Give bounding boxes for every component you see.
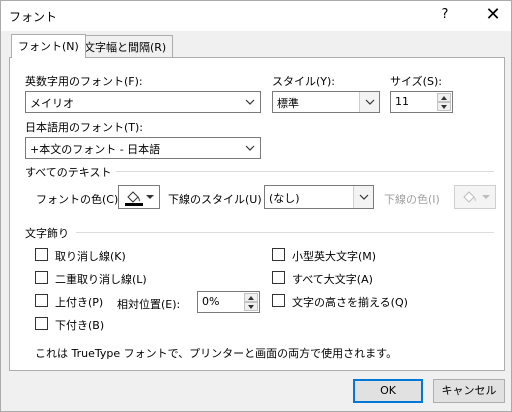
size-up-button[interactable] [437, 93, 451, 102]
divider [116, 171, 494, 172]
size-down-button[interactable] [437, 102, 451, 111]
truetype-note: これは TrueType フォントで、プリンターと画面の両方で使用されます。 [35, 347, 398, 360]
divider [76, 232, 494, 233]
superscript-checkbox[interactable] [35, 294, 48, 307]
latin-font-value: メイリオ [30, 97, 74, 110]
title-bar: フォント ? ✕ [1, 1, 511, 31]
cancel-button[interactable]: キャンセル [433, 379, 505, 403]
underline-color-button [454, 185, 496, 209]
strikethrough-checkbox[interactable] [35, 248, 48, 261]
style-select[interactable]: 標準 [272, 91, 380, 113]
style-value: 標準 [277, 97, 299, 110]
all-caps-checkbox[interactable] [272, 271, 285, 284]
size-stepper[interactable]: 11 [390, 91, 453, 113]
asian-font-select[interactable]: +本文のフォント - 日本語 [25, 137, 261, 159]
caret-down-icon [248, 304, 254, 309]
caret-down-icon [441, 104, 447, 109]
style-label: スタイル(Y): [272, 75, 336, 88]
tab-character-spacing[interactable]: 文字幅と間隔(R) [77, 35, 174, 57]
offset-stepper[interactable]: 0% [197, 291, 260, 313]
underline-style-value: (なし) [269, 192, 300, 205]
window-title: フォント [9, 10, 58, 24]
underline-style-select[interactable]: (なし) [264, 185, 374, 209]
caret-down-icon [482, 195, 490, 199]
caret-up-icon [441, 95, 447, 100]
chevron-down-icon [240, 92, 260, 112]
caret-up-icon [248, 295, 254, 300]
size-label: サイズ(S): [390, 75, 442, 88]
asian-font-value: +本文のフォント - 日本語 [30, 143, 161, 156]
chevron-down-icon [353, 186, 373, 208]
small-caps-checkbox[interactable] [272, 248, 285, 261]
offset-value: 0% [202, 295, 220, 308]
tab-font[interactable]: フォント(N) [11, 34, 86, 58]
offset-label: 相対位置(E): [117, 298, 181, 311]
double-strikethrough-checkbox[interactable] [35, 271, 48, 284]
font-dialog: フォント ? ✕ フォント(N) 文字幅と間隔(R) 英数字用のフォント(F):… [0, 0, 512, 412]
all-text-header: すべてのテキスト [25, 166, 112, 179]
offset-up-button[interactable] [244, 293, 258, 302]
size-value: 11 [395, 95, 409, 108]
subscript-checkbox[interactable] [35, 317, 48, 330]
caret-down-icon [146, 195, 154, 199]
latin-font-select[interactable]: メイリオ [25, 91, 261, 113]
latin-font-label: 英数字用のフォント(F): [25, 75, 143, 88]
help-button[interactable]: ? [439, 7, 451, 22]
equalize-height-checkbox[interactable] [272, 294, 285, 307]
underline-color-label: 下線の色(I) [384, 193, 440, 206]
subscript-label: 下付き(B) [55, 319, 105, 332]
ok-button[interactable]: OK [353, 379, 423, 403]
chevron-down-icon [240, 138, 260, 158]
font-color-button[interactable] [118, 185, 160, 209]
superscript-label: 上付き(P) [55, 296, 104, 309]
chevron-down-icon [359, 92, 379, 112]
asian-font-label: 日本語用のフォント(T): [25, 121, 144, 134]
tab-panel: 英数字用のフォント(F): メイリオ スタイル(Y): 標準 サイズ(S): 1… [9, 57, 505, 371]
paint-bucket-icon [125, 191, 143, 206]
strikethrough-label: 取り消し線(K) [55, 250, 126, 263]
small-caps-label: 小型英大文字(M) [292, 250, 377, 263]
paint-bucket-icon [463, 191, 476, 203]
font-color-label: フォントの色(C) [36, 193, 119, 206]
close-button[interactable]: ✕ [479, 3, 507, 27]
effects-header: 文字飾り [25, 227, 69, 240]
offset-down-button[interactable] [244, 302, 258, 311]
double-strikethrough-label: 二重取り消し線(L) [55, 273, 147, 286]
underline-style-label: 下線のスタイル(U) [168, 193, 262, 206]
all-caps-label: すべて大文字(A) [292, 273, 373, 286]
equalize-height-label: 文字の高さを揃える(Q) [292, 296, 408, 309]
